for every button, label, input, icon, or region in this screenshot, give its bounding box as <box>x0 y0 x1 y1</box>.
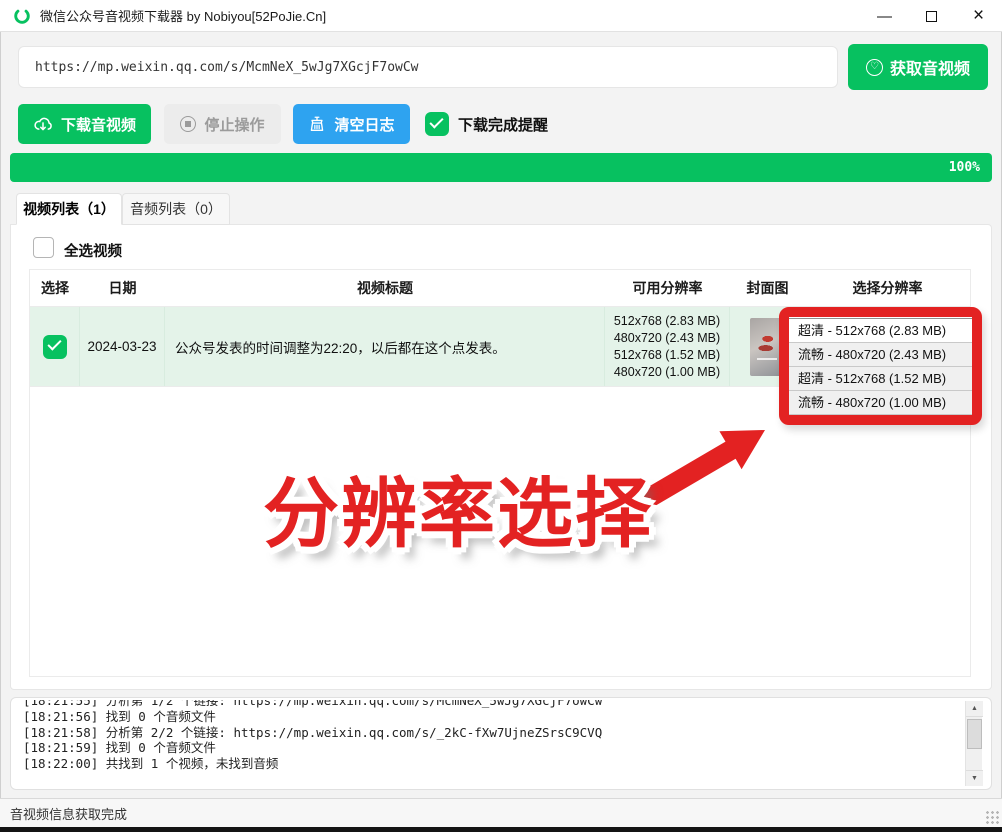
stop-icon <box>180 116 196 132</box>
header-cover: 封面图 <box>730 270 805 306</box>
maximize-icon <box>926 11 937 22</box>
log-area: [18:21:55] 分析第 1/2 个链接: https://mp.weixi… <box>10 697 992 790</box>
log-line: [18:21:59] 找到 0 个音频文件 <box>23 740 957 756</box>
clear-log-label: 清空日志 <box>334 114 394 135</box>
get-media-label: 获取音视频 <box>890 55 970 79</box>
log-line: [18:21:55] 分析第 1/2 个链接: https://mp.weixi… <box>23 700 957 709</box>
status-bar: 音视频信息获取完成 <box>0 798 1002 827</box>
annotation-text: 分辨率选择 <box>263 452 653 562</box>
select-all-label: 全选视频 <box>64 240 122 261</box>
clear-log-icon <box>308 115 326 133</box>
window-title: 微信公众号音视频下载器 by Nobiyou[52PoJie.Cn] <box>40 6 326 25</box>
title-bar: 微信公众号音视频下载器 by Nobiyou[52PoJie.Cn] — × <box>0 0 1002 32</box>
header-select-resolution: 选择分辨率 <box>805 270 970 306</box>
resolution-option[interactable]: 超清 - 512x768 (1.52 MB) <box>789 367 975 391</box>
clear-log-button[interactable]: 清空日志 <box>293 104 410 144</box>
resize-grip[interactable] <box>985 810 999 824</box>
app-logo-icon <box>13 7 31 25</box>
bottom-edge <box>0 827 1002 832</box>
log-line: [18:21:58] 分析第 2/2 个链接: https://mp.weixi… <box>23 725 957 741</box>
scroll-up-icon[interactable]: ▲ <box>966 701 983 717</box>
row-available-resolutions: 512x768 (2.83 MB) 480x720 (2.43 MB) 512x… <box>614 313 720 381</box>
cover-thumbnail <box>750 318 784 376</box>
header-select: 选择 <box>30 270 80 306</box>
resolution-option[interactable]: 流畅 - 480x720 (2.43 MB) <box>789 343 975 367</box>
select-all-checkbox[interactable] <box>33 237 54 258</box>
row-title: 公众号发表的时间调整为22:20，以后都在这个点发表。 <box>165 307 605 386</box>
stop-button[interactable]: 停止操作 <box>164 104 281 144</box>
stop-label: 停止操作 <box>204 114 264 135</box>
header-available-resolutions: 可用分辨率 <box>605 270 730 306</box>
resolution-option[interactable]: 流畅 - 480x720 (1.00 MB) <box>789 391 975 415</box>
progress-bar: 100% <box>10 153 992 182</box>
app-window: 微信公众号音视频下载器 by Nobiyou[52PoJie.Cn] — × ♡… <box>0 0 1002 832</box>
url-input[interactable] <box>18 46 838 88</box>
row-date: 2024-03-23 <box>80 307 165 386</box>
download-media-button[interactable]: 下载音视频 <box>18 104 151 144</box>
cloud-download-icon <box>33 116 53 133</box>
log-lines: [18:21:55] 分析第 1/2 个链接: https://mp.weixi… <box>23 700 957 772</box>
notify-checkbox[interactable] <box>425 112 449 136</box>
row-checkbox[interactable] <box>43 335 67 359</box>
progress-percent: 100% <box>949 160 992 175</box>
scroll-down-icon[interactable]: ▼ <box>966 770 983 786</box>
close-button[interactable]: × <box>955 0 1002 32</box>
check-icon <box>47 336 61 350</box>
maximize-button[interactable] <box>908 0 955 32</box>
download-media-label: 下载音视频 <box>61 114 136 135</box>
resolution-option[interactable]: 超清 - 512x768 (2.83 MB) <box>789 319 975 343</box>
scrollbar-thumb[interactable] <box>967 719 982 749</box>
get-media-icon: ♡ <box>866 59 883 76</box>
status-text: 音视频信息获取完成 <box>10 804 127 823</box>
header-title: 视频标题 <box>165 270 605 306</box>
log-line: [18:22:00] 共找到 1 个视频，未找到音频 <box>23 756 957 772</box>
log-scrollbar[interactable]: ▲ ▼ <box>965 701 982 786</box>
get-media-button[interactable]: ♡ 获取音视频 <box>848 44 988 90</box>
resolution-dropdown: 超清 - 512x768 (2.83 MB) 流畅 - 480x720 (2.4… <box>789 313 975 420</box>
minimize-button[interactable]: — <box>861 0 908 32</box>
notify-checkbox-label: 下载完成提醒 <box>458 114 548 135</box>
table-header-row: 选择 日期 视频标题 可用分辨率 封面图 选择分辨率 <box>30 270 970 307</box>
log-line: [18:21:56] 找到 0 个音频文件 <box>23 709 957 725</box>
tab-video-list[interactable]: 视频列表（1） <box>16 193 122 225</box>
tab-audio-list[interactable]: 音频列表（0） <box>122 193 230 225</box>
check-icon <box>429 114 443 128</box>
header-date: 日期 <box>80 270 165 306</box>
